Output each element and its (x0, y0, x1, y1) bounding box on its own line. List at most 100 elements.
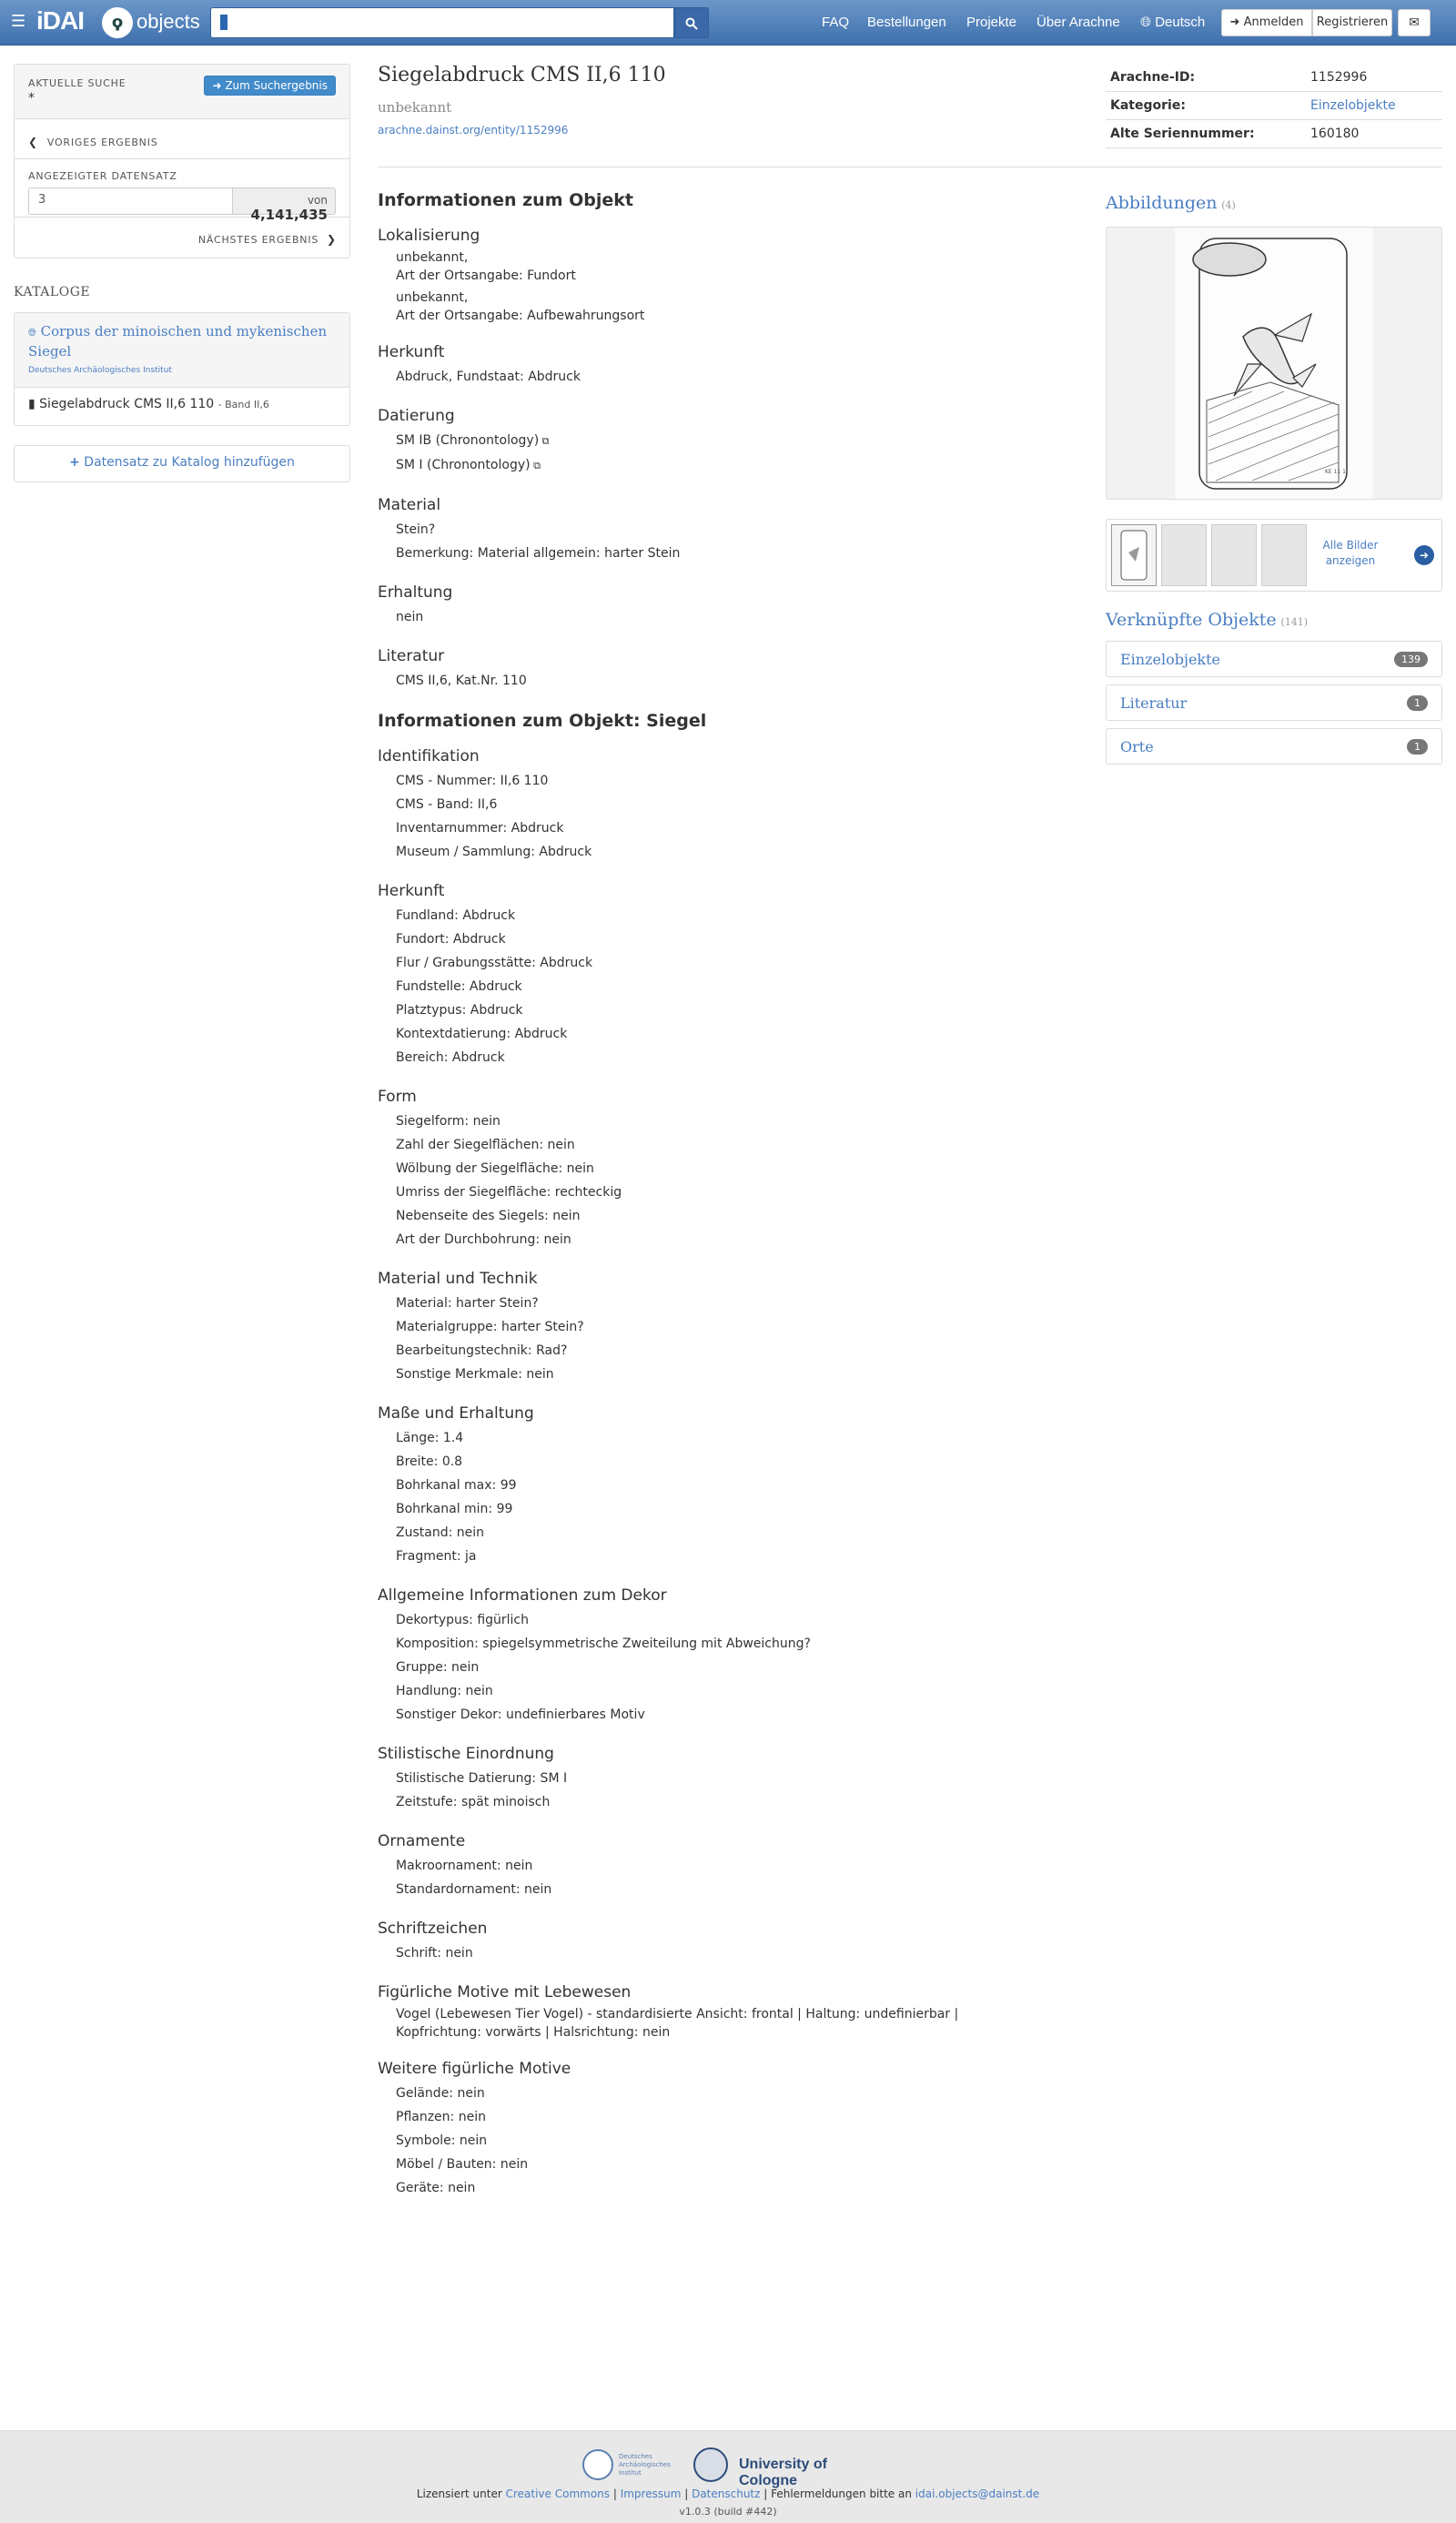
all-images-link[interactable]: Alle Bilder anzeigen (1314, 538, 1387, 569)
detail-item: Länge: 1.4 (396, 1431, 464, 1445)
thumbnail-2[interactable] (1161, 524, 1207, 586)
nav-link-projekte[interactable]: Projekte (966, 15, 1016, 30)
detail-item: Museum / Sammlung: Abdruck (396, 845, 592, 859)
login-button[interactable]: ➜ Anmelden (1221, 9, 1312, 36)
menu-icon[interactable]: ☰ (11, 12, 25, 31)
language-selector[interactable]: 🌐︎ Deutsch (1140, 15, 1205, 30)
object-details: Informationen zum Objekt Lokalisierung unb… (378, 177, 1092, 2200)
login-icon: ➜ (1229, 15, 1240, 29)
detail-item: unbekannt, Art der Ortsangabe: Fundort (396, 250, 576, 283)
catalog-header: 🌐︎ Corpus der minoischen und mykenischen… (15, 313, 349, 388)
detail-item: nein (396, 610, 424, 624)
chevron-right-icon: ❯ (326, 233, 336, 246)
detail-item: Zustand: nein (396, 1525, 485, 1540)
previous-result-link[interactable]: ❮ Voriges Ergebnis (15, 119, 349, 159)
search-icon (685, 17, 698, 30)
footer-links: Lizensiert unter Creative Commons | Impr… (416, 2488, 1040, 2500)
globe-icon: 🌐︎ (1140, 15, 1152, 30)
object-title: Siegelabdruck CMS II,6 110 (378, 64, 666, 86)
dai-label: Deutsches Archäologisches Institut (619, 2453, 671, 2477)
detail-item: Umriss der Siegelfläche: rechteckig (396, 1185, 622, 1200)
text-cursor (220, 15, 228, 30)
datenschutz-link[interactable]: Datenschutz (692, 2488, 760, 2500)
image-caption-mark: KE 11 1 (1325, 469, 1346, 475)
objects-logo-icon[interactable]: ϙ (102, 7, 133, 38)
detail-item: Fundstelle: Abdruck (396, 979, 522, 994)
register-button[interactable]: Registrieren (1312, 9, 1392, 36)
thumbnail-3[interactable] (1211, 524, 1257, 586)
group-title: Maße und Erhaltung (378, 1404, 534, 1423)
search-input[interactable] (210, 7, 674, 38)
back-to-results-button[interactable]: ➜ Zum Suchergebnis (204, 76, 336, 96)
creative-commons-link[interactable]: Creative Commons (506, 2488, 610, 2500)
detail-item: Stein? (396, 522, 436, 537)
brand-name[interactable]: objects (136, 10, 200, 34)
meta-value: 160180 (1310, 127, 1360, 141)
linked-item-einzelobjekte[interactable]: Einzelobjekte 139 (1106, 641, 1442, 677)
navbar: ☰ iDAI ϙ objects FAQ Bestellungen Projek… (0, 0, 1456, 46)
thumbnail-4[interactable] (1261, 524, 1307, 586)
footer: Deutsches Archäologisches Institut Unive… (0, 2430, 1456, 2523)
search-button[interactable] (674, 7, 709, 38)
detail-item: Fundort: Abdruck (396, 932, 506, 947)
detail-item: Pflanzen: nein (396, 2110, 486, 2124)
external-link-icon[interactable]: ⧉ (531, 460, 541, 471)
dai-logo-icon[interactable] (582, 2449, 613, 2480)
detail-item: CMS - Band: II,6 (396, 797, 498, 812)
catalog-panel: 🌐︎ Corpus der minoischen und mykenischen… (14, 312, 350, 426)
detail-item: Materialgruppe: harter Stein? (396, 1320, 584, 1334)
next-result-link[interactable]: Nächstes Ergebnis ❯ (15, 218, 349, 258)
catalog-entry[interactable]: ▮ Siegelabdruck CMS II,6 110 - Band II,6 (15, 388, 349, 420)
contact-email-link[interactable]: idai.objects@dainst.de (915, 2488, 1039, 2500)
object-url[interactable]: arachne.dainst.org/entity/1152996 (378, 124, 568, 137)
catalogs-title: Kataloge (14, 285, 91, 299)
record-total: von 4,141,435 (233, 187, 336, 223)
images-count: (4) (1221, 199, 1236, 211)
group-title: Stilistische Einordnung (378, 1745, 554, 1763)
nav-link-bestellungen[interactable]: Bestellungen (867, 15, 946, 30)
arrow-right-circle-icon[interactable]: ➜ (1414, 545, 1434, 565)
detail-item: Platztypus: Abdruck (396, 1003, 523, 1018)
linked-item-orte[interactable]: Orte 1 (1106, 728, 1442, 765)
external-link-icon[interactable]: ⧉ (539, 435, 550, 447)
main-image[interactable]: KE 11 1 (1106, 227, 1442, 500)
meta-value: 1152996 (1310, 70, 1368, 85)
plus-icon: + (69, 455, 80, 470)
detail-item: Stilistische Datierung: SM I (396, 1771, 568, 1786)
detail-item: Schrift: nein (396, 1946, 473, 1961)
detail-item: Vogel (Lebewesen Tier Vogel) - standardi… (396, 2007, 959, 2040)
group-title: Material und Technik (378, 1270, 538, 1288)
file-icon: ▮ (28, 397, 35, 411)
group-title: Material (378, 496, 441, 514)
nav-link-faq[interactable]: FAQ (822, 15, 849, 30)
thumbnail-1[interactable] (1111, 524, 1157, 586)
record-navigator: Angezeigter Datensatz 3 von 4,141,435 (15, 159, 349, 223)
detail-item: CMS II,6, Kat.Nr. 110 (396, 674, 527, 688)
catalog-link[interactable]: Corpus der minoischen und mykenischen Si… (28, 323, 327, 360)
detail-item: Siegelform: nein (396, 1114, 500, 1129)
group-title: Herkunft (378, 343, 445, 361)
catalog-org[interactable]: Deutsches Archäologisches Institut (28, 366, 336, 375)
contact-button[interactable]: ✉ (1398, 9, 1431, 36)
linked-count: (141) (1280, 616, 1309, 628)
object-header: Siegelabdruck CMS II,6 110 unbekannt ara… (378, 64, 1092, 137)
linked-item-literatur[interactable]: Literatur 1 (1106, 684, 1442, 721)
thumbnail-1-drawing (1120, 530, 1148, 581)
impressum-link[interactable]: Impressum (621, 2488, 682, 2500)
meta-value[interactable]: Einzelobjekte (1310, 98, 1396, 113)
detail-item[interactable]: SM I (Chronontology) ⧉ (378, 453, 1092, 478)
detail-item[interactable]: SM IB (Chronontology) ⧉ (378, 429, 1092, 453)
meta-row: Kategorie: Einzelobjekte (1106, 92, 1442, 120)
group-title: Literatur (378, 647, 445, 665)
linked-count-badge: 139 (1394, 652, 1428, 667)
add-to-catalog-button[interactable]: + Datensatz zu Katalog hinzufügen (14, 445, 350, 482)
detail-item: Dekortypus: figürlich (396, 1613, 530, 1627)
detail-item: Zeitstufe: spät minoisch (396, 1795, 551, 1809)
idai-logo[interactable]: iDAI (36, 6, 85, 35)
group-title: Lokalisierung (378, 227, 480, 245)
detail-item: Sonstige Merkmale: nein (396, 1367, 554, 1382)
nav-link-ueber-arachne[interactable]: Über Arachne (1036, 15, 1120, 30)
chevron-left-icon: ❮ (28, 136, 38, 148)
record-number-input[interactable]: 3 (28, 187, 233, 215)
uoc-seal-icon[interactable] (693, 2447, 728, 2482)
